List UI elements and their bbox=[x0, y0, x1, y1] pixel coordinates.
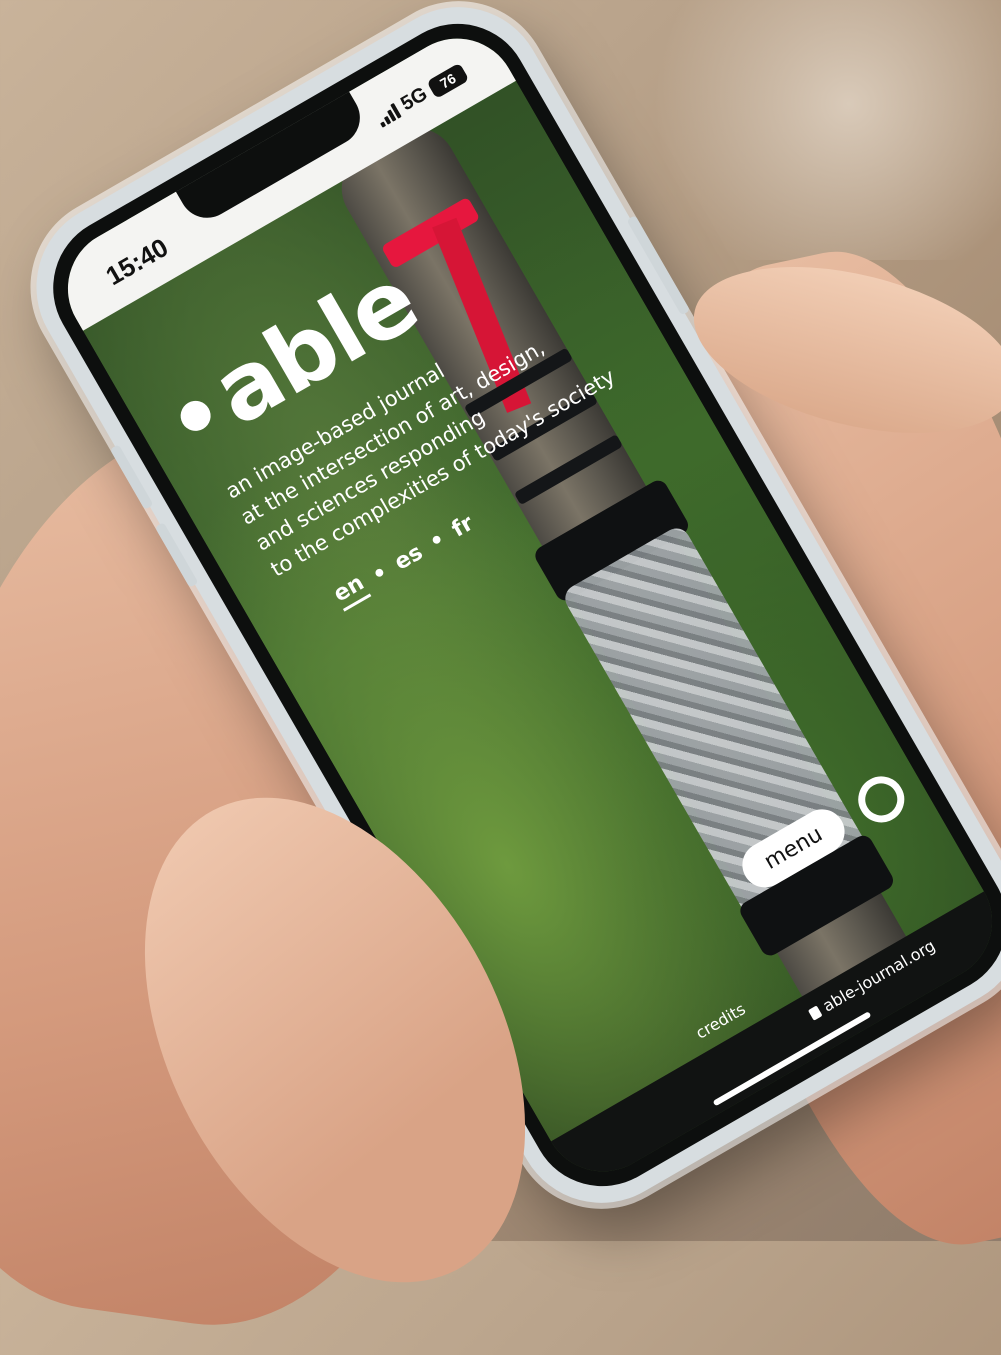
battery-icon: 76 bbox=[426, 62, 470, 99]
circle-icon[interactable] bbox=[850, 768, 913, 831]
lang-es[interactable]: es bbox=[390, 540, 427, 576]
lang-separator: • bbox=[424, 526, 450, 556]
lang-en[interactable]: en bbox=[329, 570, 371, 612]
network-label: 5G bbox=[397, 82, 432, 116]
signal-icon bbox=[375, 102, 402, 128]
status-indicators: 5G 76 bbox=[373, 61, 470, 130]
lang-separator: • bbox=[367, 559, 393, 589]
lang-fr[interactable]: fr bbox=[447, 510, 477, 542]
dot-icon bbox=[174, 394, 216, 436]
status-time: 15:40 bbox=[100, 231, 174, 292]
lock-icon bbox=[807, 1005, 822, 1021]
notch bbox=[174, 89, 371, 229]
background-blur bbox=[620, 0, 1001, 260]
